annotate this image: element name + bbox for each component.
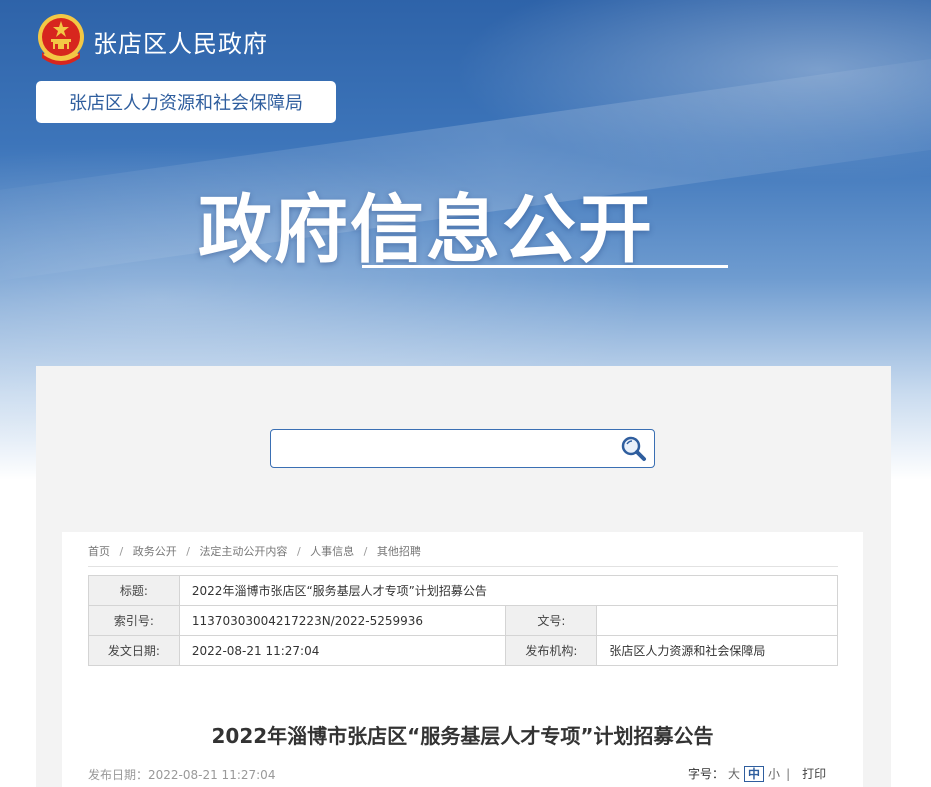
document-number-label: 文号:	[505, 605, 598, 636]
search-box	[270, 429, 655, 468]
breadcrumb-separator: /	[186, 545, 190, 558]
publish-date: 发布日期：2022-08-21 11:27:04	[88, 768, 276, 782]
banner-title-underline	[362, 265, 728, 268]
publishing-org-value: 张店区人力资源和社会保障局	[596, 635, 838, 666]
breadcrumb-separator: /	[296, 545, 301, 558]
national-emblem-icon	[38, 14, 84, 65]
table-row: 发文日期: 2022-08-21 11:27:04 发布机构: 张店区人力资源和…	[88, 635, 838, 666]
document-meta-table: 标题: 2022年淄博市张店区“服务基层人才专项”计划招募公告 索引号: 113…	[88, 575, 839, 666]
title-value: 2022年淄博市张店区“服务基层人才专项”计划招募公告	[178, 575, 839, 606]
font-size-medium-button[interactable]: 中	[744, 765, 765, 782]
search-input[interactable]	[279, 436, 613, 463]
font-size-separator: |	[786, 766, 791, 781]
breadcrumb-item-home[interactable]: 首页	[88, 545, 110, 558]
breadcrumb-separator: /	[119, 545, 124, 558]
table-row: 索引号: 11370303004217223N/2022-5259936 文号:	[88, 605, 838, 636]
print-button[interactable]: 打印	[802, 765, 826, 782]
index-label: 索引号:	[88, 605, 180, 636]
breadcrumb-item-gov-affairs[interactable]: 政务公开	[133, 545, 177, 558]
breadcrumb-item-statutory[interactable]: 法定主动公开内容	[199, 545, 287, 558]
breadcrumb-divider	[88, 566, 838, 567]
publishing-org-label: 发布机构:	[505, 635, 598, 666]
article-title: 2022年淄博市张店区“服务基层人才专项”计划招募公告	[211, 724, 714, 748]
issue-date-value: 2022-08-21 11:27:04	[178, 635, 507, 666]
breadcrumb-item-other-recruitment[interactable]: 其他招聘	[377, 545, 421, 558]
table-row: 标题: 2022年淄博市张店区“服务基层人才专项”计划招募公告	[88, 575, 839, 606]
issue-date-label: 发文日期:	[88, 635, 180, 666]
department-name-box[interactable]: 张店区人力资源和社会保障局	[36, 81, 336, 123]
banner-title: 政府信息公开	[198, 187, 654, 273]
breadcrumb-item-personnel[interactable]: 人事信息	[310, 545, 354, 558]
site-name[interactable]: 张店区人民政府	[93, 24, 268, 59]
search-icon[interactable]	[620, 435, 648, 463]
article-container: 首页 / 政务公开 / 法定主动公开内容 / 人事信息 / 其他招聘 标题: 2…	[62, 532, 863, 787]
breadcrumb: 首页 / 政务公开 / 法定主动公开内容 / 人事信息 / 其他招聘	[88, 543, 421, 559]
font-size-control: 字号： 大 中 小 | 打印	[688, 765, 826, 782]
breadcrumb-separator: /	[363, 545, 368, 558]
index-value: 11370303004217223N/2022-5259936	[178, 605, 507, 636]
font-size-small-button[interactable]: 小	[764, 765, 784, 782]
document-number-value	[596, 605, 838, 636]
title-label: 标题:	[88, 575, 180, 606]
department-name: 张店区人力资源和社会保障局	[69, 93, 303, 114]
font-size-label: 字号：	[688, 767, 725, 781]
font-size-large-button[interactable]: 大	[724, 765, 744, 782]
